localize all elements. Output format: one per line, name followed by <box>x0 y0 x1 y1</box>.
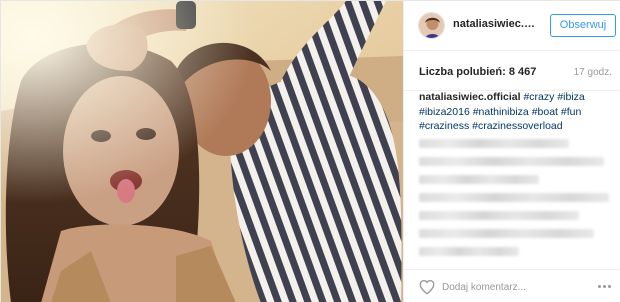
hashtag[interactable]: #nathinibiza <box>473 106 529 118</box>
post-timestamp[interactable]: 17 godz. <box>574 67 612 78</box>
blurred-comment-line <box>419 193 609 202</box>
avatar-image <box>419 13 444 38</box>
hashtag[interactable]: #ibiza2016 <box>419 106 470 118</box>
blurred-comment-line <box>419 139 569 148</box>
caption-line-1: nataliasiwiec.official #crazy #ibiza <box>419 90 615 105</box>
more-options-icon[interactable] <box>598 285 612 289</box>
instagram-post-embed: nataliasiwiec.offi... Obserwuj Liczba po… <box>0 0 620 302</box>
blurred-comment-line <box>419 211 579 220</box>
hashtag[interactable]: #craziness <box>419 120 469 132</box>
blurred-comments <box>419 139 615 265</box>
dot <box>603 285 606 288</box>
username-link[interactable]: nataliasiwiec.offi... <box>453 18 541 30</box>
follow-button[interactable]: Obserwuj <box>550 14 616 37</box>
blurred-comment-line <box>419 175 539 184</box>
dot <box>608 285 611 288</box>
hashtag[interactable]: #ibiza <box>557 91 584 103</box>
likes-count[interactable]: Liczba polubień: 8 467 <box>419 66 536 78</box>
post-caption: nataliasiwiec.official #crazy #ibiza #ib… <box>419 90 615 134</box>
comment-input[interactable] <box>442 279 592 295</box>
selfie-image <box>1 1 403 302</box>
hashtag[interactable]: #fun <box>561 106 581 118</box>
post-photo[interactable] <box>1 1 403 302</box>
comment-bar <box>404 269 620 302</box>
caption-author[interactable]: nataliasiwiec.official <box>419 91 521 103</box>
blurred-comment-line <box>419 229 594 238</box>
heart-icon[interactable] <box>418 278 436 296</box>
blurred-comment-line <box>419 157 604 166</box>
hashtag[interactable]: #crazy <box>523 91 554 103</box>
hashtag[interactable]: #boat <box>532 106 558 118</box>
caption-line-3: #craziness #crazinessoverload <box>419 119 615 134</box>
likes-number: 8 467 <box>508 66 537 78</box>
post-stats: Liczba polubień: 8 467 17 godz. <box>404 51 620 91</box>
likes-label: Liczba polubień: <box>419 66 506 78</box>
blurred-comment-line <box>419 247 519 256</box>
post-header: nataliasiwiec.offi... Obserwuj <box>404 1 620 51</box>
dot <box>598 285 601 288</box>
caption-line-2: #ibiza2016 #nathinibiza #boat #fun <box>419 105 615 120</box>
avatar[interactable] <box>418 12 445 39</box>
hashtag[interactable]: #crazinessoverload <box>472 120 562 132</box>
post-side-panel: nataliasiwiec.offi... Obserwuj Liczba po… <box>403 1 620 302</box>
